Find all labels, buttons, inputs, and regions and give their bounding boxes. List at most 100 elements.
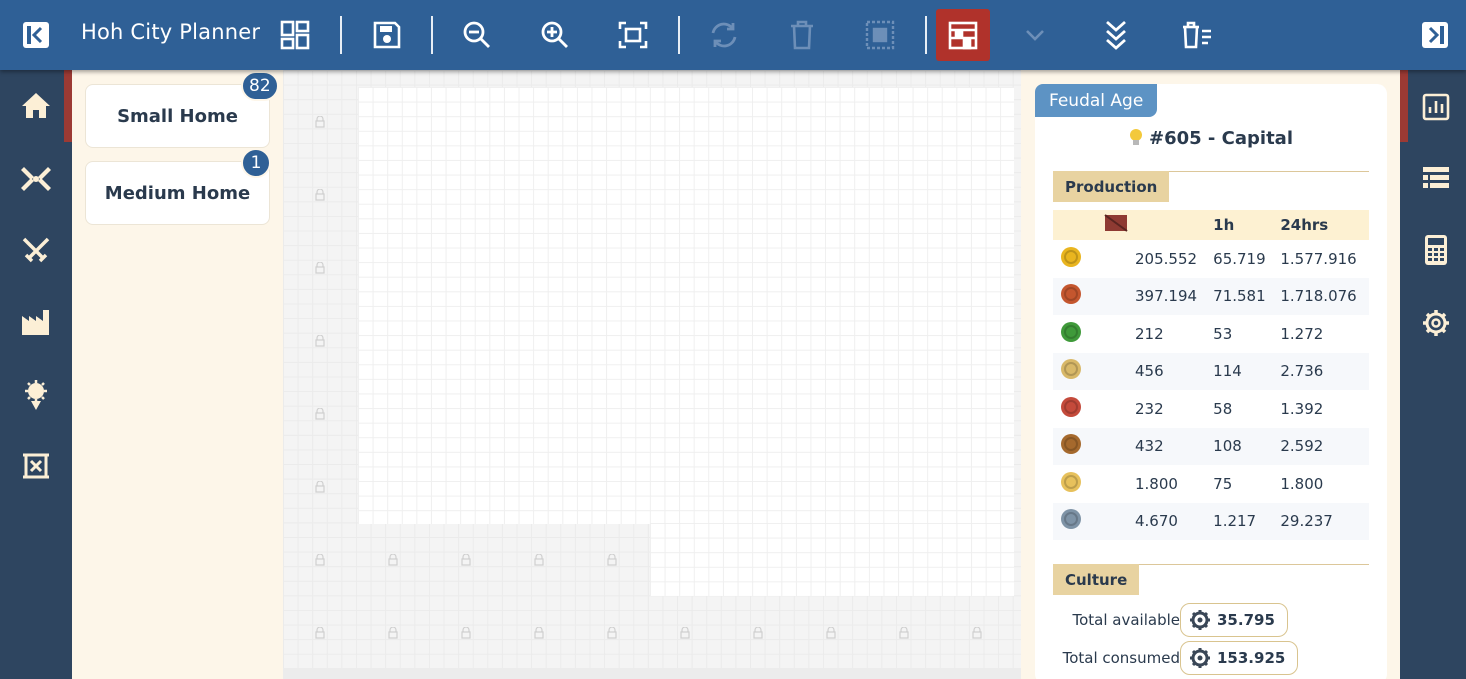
lock-icon [315, 261, 325, 277]
age-tag: Feudal Age [1035, 84, 1158, 117]
building-count-badge: 82 [241, 71, 279, 101]
production-value: 397.194 [1129, 277, 1208, 315]
crossed-swords-icon[interactable] [14, 229, 58, 273]
city-name: #605 - Capital [1035, 128, 1387, 151]
collapse-right-icon[interactable] [1408, 9, 1462, 61]
culture-consumed-row: Total consumed 153.925 [1053, 641, 1373, 675]
production-row: 212 53 1.272 [1053, 315, 1369, 353]
stats-chart-icon[interactable] [1414, 85, 1458, 129]
production-value: 212 [1135, 324, 1164, 343]
delete-icon[interactable] [775, 9, 829, 61]
double-chevron-down-icon[interactable] [1089, 9, 1143, 61]
lock-icon [315, 115, 325, 131]
culture-consumed-value: 153.925 [1180, 641, 1299, 675]
lock-icon [315, 188, 325, 204]
list-icon[interactable] [1414, 156, 1458, 200]
left-nav-rail [0, 70, 72, 679]
building-list: Small Home 82 Medium Home 1 [72, 70, 283, 679]
production-value: 108 [1207, 427, 1275, 465]
layout-grid-icon[interactable] [268, 9, 322, 61]
fit-screen-icon[interactable] [606, 9, 660, 61]
production-value: 75 [1213, 474, 1233, 493]
lock-icon [607, 553, 617, 569]
production-value: 432 [1129, 427, 1208, 465]
culture-available-row: Total available 35.795 [1053, 603, 1373, 637]
toolbar-divider [678, 16, 680, 54]
chevron-down-icon[interactable] [1008, 9, 1062, 61]
production-value: 53 [1213, 324, 1233, 343]
lock-icon [388, 553, 398, 569]
lightbulb-icon [1129, 128, 1143, 151]
culture-value-text: 153.925 [1217, 649, 1286, 667]
culture-available-value: 35.795 [1180, 603, 1288, 637]
toolbar-divider [340, 16, 342, 54]
active-nav-indicator [64, 70, 72, 142]
factory-icon[interactable] [14, 300, 58, 344]
unlocked-area[interactable] [358, 87, 1014, 524]
production-value: 29.237 [1274, 502, 1369, 540]
collapse-left-icon[interactable] [9, 9, 63, 61]
barrel-icon [1053, 427, 1129, 465]
production-value: 65.719 [1213, 249, 1266, 268]
lock-icon [461, 626, 471, 642]
building-count-badge: 1 [241, 148, 271, 178]
zoom-out-icon[interactable] [450, 9, 504, 61]
production-value: 205.552 [1135, 249, 1198, 268]
header-icon-cell [1053, 210, 1129, 240]
building-label: Small Home [117, 105, 238, 127]
culture-section-title: Culture [1053, 564, 1140, 595]
building-stack-icon[interactable] [936, 9, 990, 61]
dye-icon [1053, 390, 1129, 428]
settings-icon[interactable] [1414, 301, 1458, 345]
save-icon[interactable] [360, 9, 414, 61]
select-area-icon[interactable] [853, 9, 907, 61]
production-row: 232 58 1.392 [1053, 390, 1369, 428]
production-value: 58 [1213, 399, 1233, 418]
rotate-icon[interactable] [697, 9, 751, 61]
city-name-text: #605 - Capital [1149, 128, 1293, 149]
coins-icon [1053, 240, 1129, 278]
home-icon[interactable] [14, 83, 58, 127]
production-value: 456 [1129, 352, 1208, 390]
grid-scrollbar[interactable] [283, 668, 1021, 679]
production-row: 205.552 65.719 1.577.916 [1053, 240, 1369, 278]
production-section-title: Production [1053, 171, 1170, 202]
production-value: 71.581 [1207, 277, 1275, 315]
header-cell [1129, 210, 1208, 240]
production-value: 114 [1207, 352, 1275, 390]
lock-icon [753, 626, 763, 642]
production-row: 432 108 2.592 [1053, 427, 1369, 465]
food-icon [1053, 277, 1129, 315]
windmill-icon[interactable] [14, 157, 58, 201]
city-stats-panel: Feudal Age #605 - Capital Production 1h … [1035, 84, 1387, 679]
header-cell: 24hrs [1274, 210, 1369, 240]
production-value: 232 [1135, 399, 1164, 418]
building-icon [1104, 214, 1128, 232]
header-cell: 1h [1207, 210, 1275, 240]
production-value: 4.670 [1129, 502, 1208, 540]
gear-icon [1190, 610, 1210, 630]
lock-icon [534, 626, 544, 642]
culture-icon[interactable] [14, 373, 58, 417]
top-toolbar: Hoh City Planner [0, 0, 1466, 70]
toolbar-divider [431, 16, 433, 54]
lock-icon [972, 626, 982, 642]
production-value: 1.272 [1280, 324, 1324, 343]
lock-icon [315, 626, 325, 642]
zoom-in-icon[interactable] [528, 9, 582, 61]
production-row: 397.194 71.581 1.718.076 [1053, 277, 1369, 315]
scroll-icon[interactable] [14, 444, 58, 488]
tools-icon [1053, 502, 1129, 540]
culture-available-label: Total available [1072, 611, 1180, 629]
calculator-icon[interactable] [1414, 228, 1458, 272]
right-nav-rail [1400, 70, 1466, 679]
lock-icon [534, 553, 544, 569]
production-value: 1.718.076 [1274, 277, 1369, 315]
city-grid[interactable] [283, 70, 1021, 679]
gear-icon [1190, 648, 1210, 668]
production-value: 1.392 [1280, 399, 1324, 418]
parchment-icon [1053, 352, 1129, 390]
production-header-row: 1h 24hrs [1053, 210, 1369, 240]
unlocked-area[interactable] [650, 523, 1014, 596]
delete-list-icon[interactable] [1170, 9, 1224, 61]
